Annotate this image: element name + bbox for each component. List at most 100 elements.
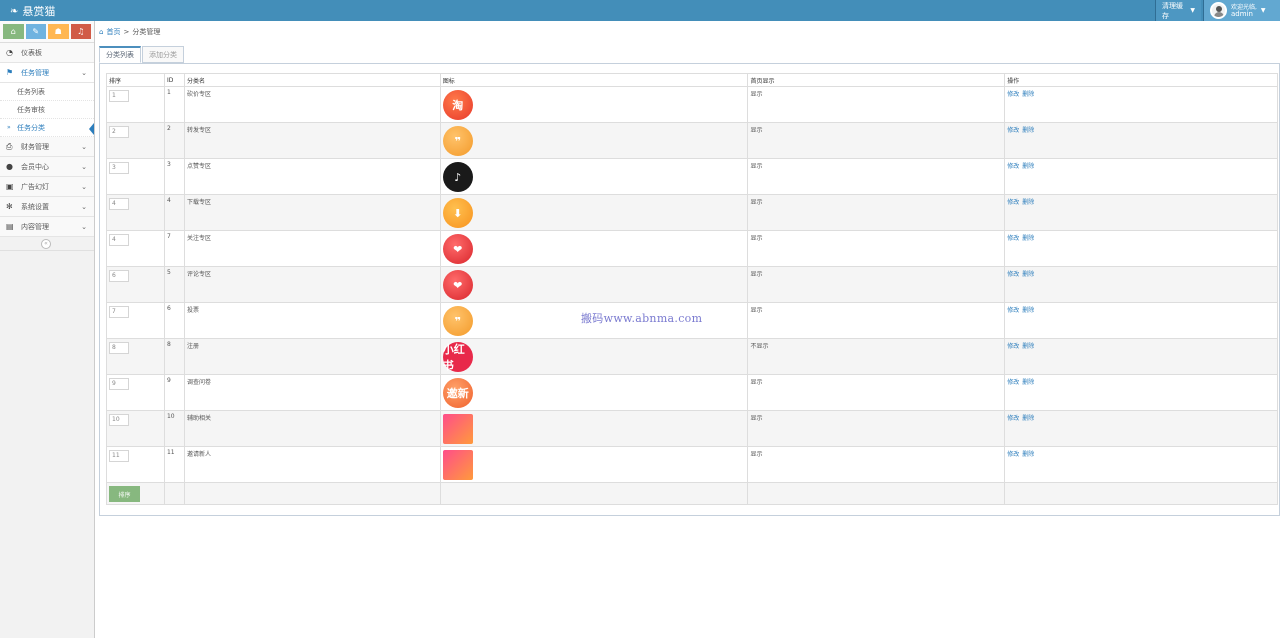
- delete-link[interactable]: 删除: [1022, 343, 1034, 350]
- edit-link[interactable]: 修改: [1007, 451, 1019, 458]
- user-icon: ●: [6, 162, 13, 171]
- delete-link[interactable]: 删除: [1022, 451, 1034, 458]
- chevron-down-icon: ⌄: [81, 68, 87, 77]
- edit-link[interactable]: 修改: [1007, 199, 1019, 206]
- footer-cell: [183, 482, 441, 505]
- ops-cell: 修改 删除: [1004, 374, 1278, 411]
- edit-link[interactable]: 修改: [1007, 307, 1019, 314]
- icon-glyph: ❞: [454, 134, 461, 148]
- footer-cell: [1004, 482, 1278, 505]
- picture-icon: ▣: [6, 182, 14, 191]
- wechat-icon: ❞: [442, 126, 473, 156]
- xiaohongshu-icon: 小红书: [442, 342, 473, 372]
- sort-input[interactable]: 8: [109, 342, 129, 354]
- edit-link[interactable]: 修改: [1007, 91, 1019, 98]
- name-cell: 砍价专区: [183, 86, 441, 123]
- name-cell: 调查问卷: [183, 374, 441, 411]
- tab-category-list[interactable]: 分类列表: [99, 46, 141, 63]
- sidebar-subitem-task-list[interactable]: 任务列表: [0, 83, 94, 101]
- table-row: 1 1 砍价专区淘显示 修改 删除: [106, 86, 1278, 123]
- sort-input[interactable]: 4: [109, 198, 129, 210]
- delete-link[interactable]: 删除: [1022, 91, 1034, 98]
- chevron-down-icon: ⌄: [81, 222, 87, 231]
- breadcrumb-home-link[interactable]: 首页: [106, 27, 120, 37]
- tiktok-icon: ♪: [442, 162, 473, 192]
- user-menu[interactable]: 欢迎光临, admin ▼: [1203, 0, 1280, 21]
- sort-input[interactable]: 11: [109, 450, 129, 462]
- sort-input[interactable]: 9: [109, 378, 129, 390]
- sidebar-item-members[interactable]: ● 会员中心 ⌄: [0, 157, 94, 177]
- ops-cell: 修改 删除: [1004, 194, 1278, 231]
- brand-logo[interactable]: ❧ 悬赏猫: [10, 3, 55, 19]
- clear-cache-button[interactable]: 清理缓存 ▼: [1155, 0, 1201, 21]
- edit-link[interactable]: 修改: [1007, 415, 1019, 422]
- delete-link[interactable]: 删除: [1022, 271, 1034, 278]
- sort-input[interactable]: 7: [109, 306, 129, 318]
- book-icon: ▤: [6, 222, 14, 231]
- sort-cell: 7: [106, 302, 165, 339]
- collapse-sidebar-icon[interactable]: «: [41, 239, 51, 249]
- sort-button[interactable]: 排序: [109, 486, 140, 502]
- column-header: 分类名: [183, 73, 441, 87]
- sort-input[interactable]: 6: [109, 270, 129, 282]
- id-cell: 9: [163, 374, 185, 411]
- chevron-down-icon: ⌄: [81, 182, 87, 191]
- sidebar-item-dashboard[interactable]: ◔ 仪表板: [0, 43, 94, 63]
- sort-input[interactable]: 2: [109, 126, 129, 138]
- sort-cell: 11: [106, 446, 165, 483]
- edit-link[interactable]: 修改: [1007, 127, 1019, 134]
- ops-cell: 修改 删除: [1004, 302, 1278, 339]
- edit-link[interactable]: 修改: [1007, 343, 1019, 350]
- name-cell: 投票: [183, 302, 441, 339]
- edit-link[interactable]: 修改: [1007, 271, 1019, 278]
- show-cell: 显示: [747, 230, 1006, 267]
- home-icon[interactable]: ⌂: [3, 24, 24, 39]
- delete-link[interactable]: 删除: [1022, 415, 1034, 422]
- delete-link[interactable]: 删除: [1022, 127, 1034, 134]
- sidebar-item-label: 任务分类: [17, 123, 45, 132]
- chevron-down-icon: ⌄: [81, 142, 87, 151]
- sidebar-item-tasks[interactable]: ⚑ 任务管理 ⌄: [0, 63, 94, 83]
- category-table: 排序 ID 分类名 图标 首页显示 操作 1 1 砍价专区淘显示 修改 删除 2 2 转发专区…: [106, 73, 1278, 505]
- sidebar-item-content[interactable]: ▤ 内容管理 ⌄: [0, 217, 94, 237]
- sidebar-subitem-task-review[interactable]: 任务审核: [0, 101, 94, 119]
- sort-input[interactable]: 3: [109, 162, 129, 174]
- sidebar-subitem-task-category[interactable]: » 任务分类: [0, 119, 94, 137]
- show-cell: 显示: [747, 410, 1006, 447]
- delete-link[interactable]: 删除: [1022, 307, 1034, 314]
- sort-input[interactable]: 4: [109, 234, 129, 246]
- sidebar-item-label: 系统设置: [21, 202, 49, 211]
- edit-link[interactable]: 修改: [1007, 379, 1019, 386]
- sidebar-item-ads[interactable]: ▣ 广告幻灯 ⌄: [0, 177, 94, 197]
- bell-icon[interactable]: ♫: [70, 24, 91, 39]
- sidebar-item-finance[interactable]: ⎙ 财务管理 ⌄: [0, 137, 94, 157]
- sort-input[interactable]: 1: [109, 90, 129, 102]
- table-row: 6 5 评论专区 ❤ 显示 修改 删除: [106, 266, 1278, 303]
- delete-link[interactable]: 删除: [1022, 199, 1034, 206]
- delete-link[interactable]: 删除: [1022, 379, 1034, 386]
- icon-cell: ♪: [439, 158, 749, 195]
- edit-link[interactable]: 修改: [1007, 235, 1019, 242]
- icon-glyph: ❤: [453, 242, 463, 256]
- sidebar-item-label: 任务审核: [17, 105, 45, 114]
- clear-cache-label: 清理缓存: [1162, 1, 1183, 20]
- id-cell: 1: [163, 86, 185, 123]
- sidebar-item-settings[interactable]: ✻ 系统设置 ⌄: [0, 197, 94, 217]
- id-cell: 3: [163, 158, 185, 195]
- icon-glyph: ❞: [454, 314, 461, 328]
- show-cell: 显示: [747, 266, 1006, 303]
- sort-input[interactable]: 10: [109, 414, 129, 426]
- sidebar-item-label: 广告幻灯: [21, 182, 49, 191]
- table-row: 4 7 关注专区 ❤ 显示 修改 删除: [106, 230, 1278, 267]
- sort-cell: 4: [106, 194, 165, 231]
- edit-link[interactable]: 修改: [1007, 163, 1019, 170]
- pencil-icon[interactable]: ✎: [25, 24, 46, 39]
- active-indicator-arrow: [89, 123, 94, 135]
- show-cell: 显示: [747, 302, 1006, 339]
- tab-add-category[interactable]: 添加分类: [142, 46, 184, 63]
- id-cell: 4: [163, 194, 185, 231]
- id-cell: 10: [163, 410, 185, 447]
- delete-link[interactable]: 删除: [1022, 163, 1034, 170]
- delete-link[interactable]: 删除: [1022, 235, 1034, 242]
- users-icon[interactable]: ☗: [48, 24, 69, 39]
